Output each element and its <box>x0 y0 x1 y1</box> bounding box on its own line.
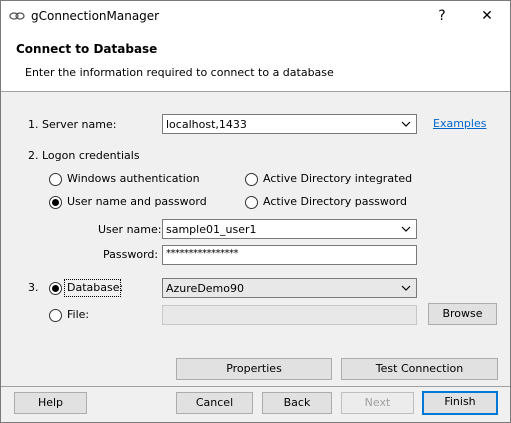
title-bar: gConnectionManager ? ✕ <box>1 1 510 31</box>
username-label: User name: <box>98 223 162 236</box>
database-label: Database: <box>67 281 124 294</box>
chevron-down-icon <box>401 285 411 291</box>
next-button[interactable]: Next <box>341 392 414 414</box>
ad-integrated-label: Active Directory integrated <box>263 172 413 185</box>
database-value: AzureDemo90 <box>166 282 244 295</box>
password-field[interactable]: **************** <box>162 245 417 265</box>
database-combo[interactable]: AzureDemo90 <box>162 278 417 298</box>
connection-manager-dialog: gConnectionManager ? ✕ Connect to Databa… <box>0 0 511 423</box>
browse-button[interactable]: Browse <box>428 303 497 325</box>
database-radio[interactable] <box>49 282 62 295</box>
server-name-label: 1. Server name: <box>28 118 117 131</box>
page-title: Connect to Database <box>16 42 158 56</box>
password-value: **************** <box>166 248 239 259</box>
step-3-label: 3. <box>28 281 39 294</box>
back-button[interactable]: Back <box>262 392 332 414</box>
ad-password-radio[interactable] <box>245 196 258 209</box>
user-pass-label: User name and password <box>67 195 207 208</box>
file-path-field[interactable] <box>162 305 417 325</box>
file-radio[interactable] <box>49 309 62 322</box>
close-button[interactable]: ✕ <box>464 1 510 31</box>
file-label: File: <box>67 308 90 321</box>
examples-link[interactable]: Examples <box>433 117 486 130</box>
window-title: gConnectionManager <box>31 9 160 23</box>
page-subtitle: Enter the information required to connec… <box>25 66 334 79</box>
windows-auth-label: Windows authentication <box>67 172 200 185</box>
ad-password-label: Active Directory password <box>263 195 407 208</box>
cancel-button[interactable]: Cancel <box>176 392 253 414</box>
chevron-down-icon <box>401 121 411 127</box>
page-header: Connect to Database Enter the informatio… <box>1 31 510 92</box>
test-connection-button[interactable]: Test Connection <box>341 358 498 380</box>
username-combo[interactable]: sample01_user1 <box>162 219 417 239</box>
password-label: Password: <box>103 248 159 261</box>
properties-button[interactable]: Properties <box>176 358 332 380</box>
finish-button[interactable]: Finish <box>422 391 498 415</box>
help-button[interactable]: Help <box>14 392 87 414</box>
help-title-button[interactable]: ? <box>419 1 465 31</box>
user-pass-radio[interactable] <box>49 196 62 209</box>
server-name-combo[interactable]: localhost,1433 <box>162 114 417 134</box>
chevron-down-icon <box>401 226 411 232</box>
server-name-value: localhost,1433 <box>166 118 247 131</box>
windows-auth-radio[interactable] <box>49 173 62 186</box>
logon-credentials-label: 2. Logon credentials <box>28 149 140 162</box>
ad-integrated-radio[interactable] <box>245 173 258 186</box>
app-icon <box>9 12 25 20</box>
username-value: sample01_user1 <box>166 223 257 236</box>
footer-divider <box>1 386 510 387</box>
